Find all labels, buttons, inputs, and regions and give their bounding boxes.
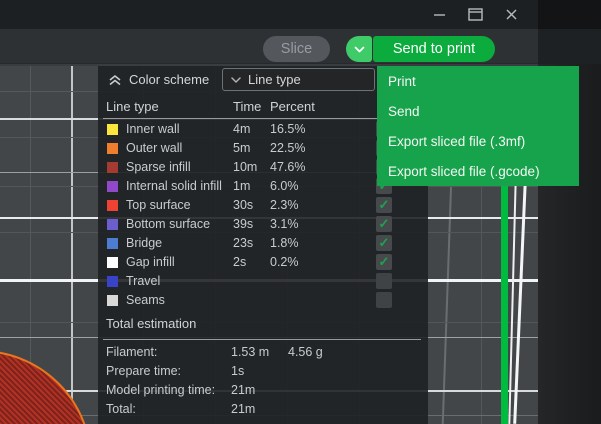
table-row: Gap infill 2s 0.2% ✓ xyxy=(98,253,428,272)
app-window: Slice Send to print Color scheme Line ty… xyxy=(0,0,601,424)
send-to-print-menu: Print Send Export sliced file (.3mf) Exp… xyxy=(377,66,579,186)
collapse-panel-icon[interactable] xyxy=(106,71,124,89)
row-visibility-checkbox[interactable]: ✓ xyxy=(376,235,392,251)
row-label: Sparse infill xyxy=(126,160,191,174)
menu-item-export-3mf[interactable]: Export sliced file (.3mf) xyxy=(377,126,579,156)
row-percent: 3.1% xyxy=(270,217,299,231)
row-visibility-checkbox[interactable] xyxy=(376,273,392,289)
row-label: Gap infill xyxy=(126,255,175,269)
header-divider xyxy=(103,118,421,119)
total-value: 21m xyxy=(231,402,255,416)
top-toolbar: Slice Send to print xyxy=(0,29,538,64)
total-value-2: 4.56 g xyxy=(288,345,323,359)
row-time: 23s xyxy=(233,236,253,250)
total-row: Total: 21m xyxy=(98,400,428,419)
row-time: 30s xyxy=(233,198,253,212)
row-visibility-checkbox[interactable] xyxy=(376,292,392,308)
row-time: 39s xyxy=(233,217,253,231)
minimize-button[interactable] xyxy=(430,6,448,24)
menu-item-send[interactable]: Send xyxy=(377,96,579,126)
total-value: 21m xyxy=(231,383,255,397)
close-button[interactable] xyxy=(502,6,520,24)
color-swatch xyxy=(107,181,118,192)
color-swatch xyxy=(107,162,118,173)
color-swatch xyxy=(107,219,118,230)
total-label: Model printing time: xyxy=(106,383,215,397)
view-mode-value: Line type xyxy=(248,72,301,87)
total-value: 1.53 m xyxy=(231,345,269,359)
row-percent: 16.5% xyxy=(270,122,305,136)
send-to-print-button[interactable]: Send to print xyxy=(373,36,495,62)
total-row: Filament: 1.53 m 4.56 g xyxy=(98,343,428,362)
color-swatch xyxy=(107,238,118,249)
table-row: Travel xyxy=(98,272,428,291)
row-percent: 1.8% xyxy=(270,236,299,250)
row-time: 2s xyxy=(233,255,246,269)
right-edge-titlebar xyxy=(538,0,601,29)
row-time: 1m xyxy=(233,179,250,193)
table-row: Bottom surface 39s 3.1% ✓ xyxy=(98,215,428,234)
table-row: Bridge 23s 1.8% ✓ xyxy=(98,234,428,253)
row-percent: 22.5% xyxy=(270,141,305,155)
right-edge-toolbar xyxy=(538,29,601,64)
row-time: 10m xyxy=(233,160,257,174)
total-row: Model printing time: 21m xyxy=(98,381,428,400)
title-bar xyxy=(0,0,538,29)
row-label: Internal solid infill xyxy=(126,179,222,193)
color-swatch xyxy=(107,124,118,135)
table-row: Top surface 30s 2.3% ✓ xyxy=(98,196,428,215)
total-label: Total: xyxy=(106,402,136,416)
total-value: 1s xyxy=(231,364,244,378)
row-time: 5m xyxy=(233,141,250,155)
column-line-type: Line type xyxy=(106,99,159,114)
color-swatch xyxy=(107,200,118,211)
table-row: Seams xyxy=(98,291,428,310)
total-row: Prepare time: 1s xyxy=(98,362,428,381)
color-scheme-label: Color scheme xyxy=(129,72,209,87)
right-edge-strip xyxy=(538,0,601,424)
totals-divider xyxy=(103,339,421,340)
restore-button[interactable] xyxy=(466,6,484,24)
sliced-model-preview[interactable] xyxy=(0,350,92,424)
total-estimation-title: Total estimation xyxy=(106,316,196,331)
send-dropdown-arrow-button[interactable] xyxy=(346,36,372,62)
column-time: Time xyxy=(233,99,261,114)
row-percent: 47.6% xyxy=(270,160,305,174)
column-percent: Percent xyxy=(270,99,315,114)
menu-item-print[interactable]: Print xyxy=(377,66,579,96)
row-percent: 6.0% xyxy=(270,179,299,193)
row-label: Travel xyxy=(126,274,160,288)
chevron-down-icon xyxy=(354,46,365,53)
color-swatch xyxy=(107,257,118,268)
chevron-down-icon xyxy=(231,77,241,83)
total-label: Filament: xyxy=(106,345,157,359)
color-swatch xyxy=(107,276,118,287)
row-label: Inner wall xyxy=(126,122,180,136)
row-label: Seams xyxy=(126,293,165,307)
row-percent: 2.3% xyxy=(270,198,299,212)
menu-item-export-gcode[interactable]: Export sliced file (.gcode) xyxy=(377,156,579,186)
row-label: Bottom surface xyxy=(126,217,210,231)
color-swatch xyxy=(107,295,118,306)
color-swatch xyxy=(107,143,118,154)
row-label: Top surface xyxy=(126,198,191,212)
row-visibility-checkbox[interactable]: ✓ xyxy=(376,254,392,270)
row-label: Bridge xyxy=(126,236,162,250)
row-visibility-checkbox[interactable]: ✓ xyxy=(376,216,392,232)
slice-button[interactable]: Slice xyxy=(263,36,330,62)
row-label: Outer wall xyxy=(126,141,182,155)
row-visibility-checkbox[interactable]: ✓ xyxy=(376,197,392,213)
total-label: Prepare time: xyxy=(106,364,181,378)
view-mode-select[interactable]: Line type xyxy=(222,68,375,91)
row-percent: 0.2% xyxy=(270,255,299,269)
row-time: 4m xyxy=(233,122,250,136)
